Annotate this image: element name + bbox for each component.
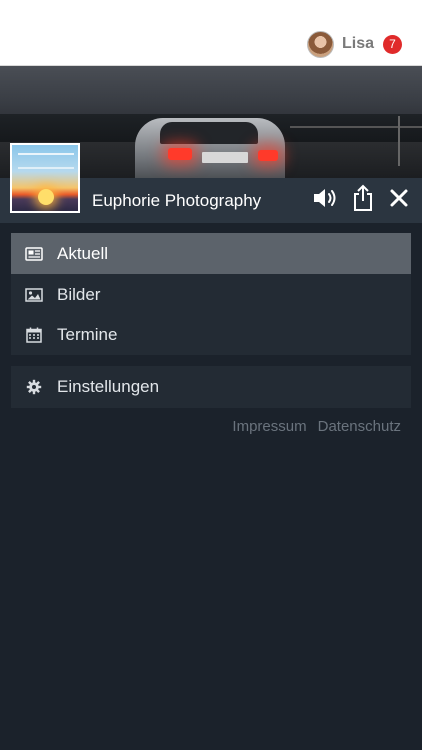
- gear-icon: [25, 379, 43, 395]
- speaker-icon: [312, 186, 340, 215]
- menu-item-bilder[interactable]: Bilder: [11, 274, 411, 315]
- sound-button[interactable]: [311, 185, 341, 215]
- menu-item-einstellungen[interactable]: Einstellungen: [11, 366, 411, 408]
- channel-menu: Aktuell Bilder Termine: [11, 233, 411, 355]
- imprint-link[interactable]: Impressum: [232, 418, 306, 435]
- menu-item-label: Aktuell: [57, 243, 109, 263]
- user-avatar[interactable]: [306, 30, 334, 58]
- channel-logo: [10, 143, 80, 213]
- footer-links: Impressum Datenschutz: [232, 418, 401, 435]
- notification-badge[interactable]: 7: [383, 34, 402, 54]
- share-button[interactable]: [348, 184, 378, 217]
- menu-item-aktuell[interactable]: Aktuell: [11, 233, 411, 274]
- user-menu[interactable]: Lisa 7: [306, 29, 402, 59]
- close-icon: [389, 188, 409, 213]
- share-icon: [351, 184, 375, 217]
- menu-item-termine[interactable]: Termine: [11, 314, 411, 355]
- channel-title: Euphorie Photography: [92, 190, 262, 210]
- user-name[interactable]: Lisa: [342, 35, 374, 53]
- settings-label: Einstellungen: [57, 377, 160, 396]
- menu-item-label: Bilder: [57, 284, 101, 304]
- top-bar: Lisa 7: [0, 0, 422, 66]
- image-icon: [25, 287, 43, 303]
- newspaper-icon: [25, 246, 43, 262]
- calendar-icon: [25, 327, 43, 343]
- privacy-link[interactable]: Datenschutz: [318, 418, 401, 435]
- close-button[interactable]: [384, 185, 414, 215]
- menu-item-label: Termine: [57, 324, 118, 344]
